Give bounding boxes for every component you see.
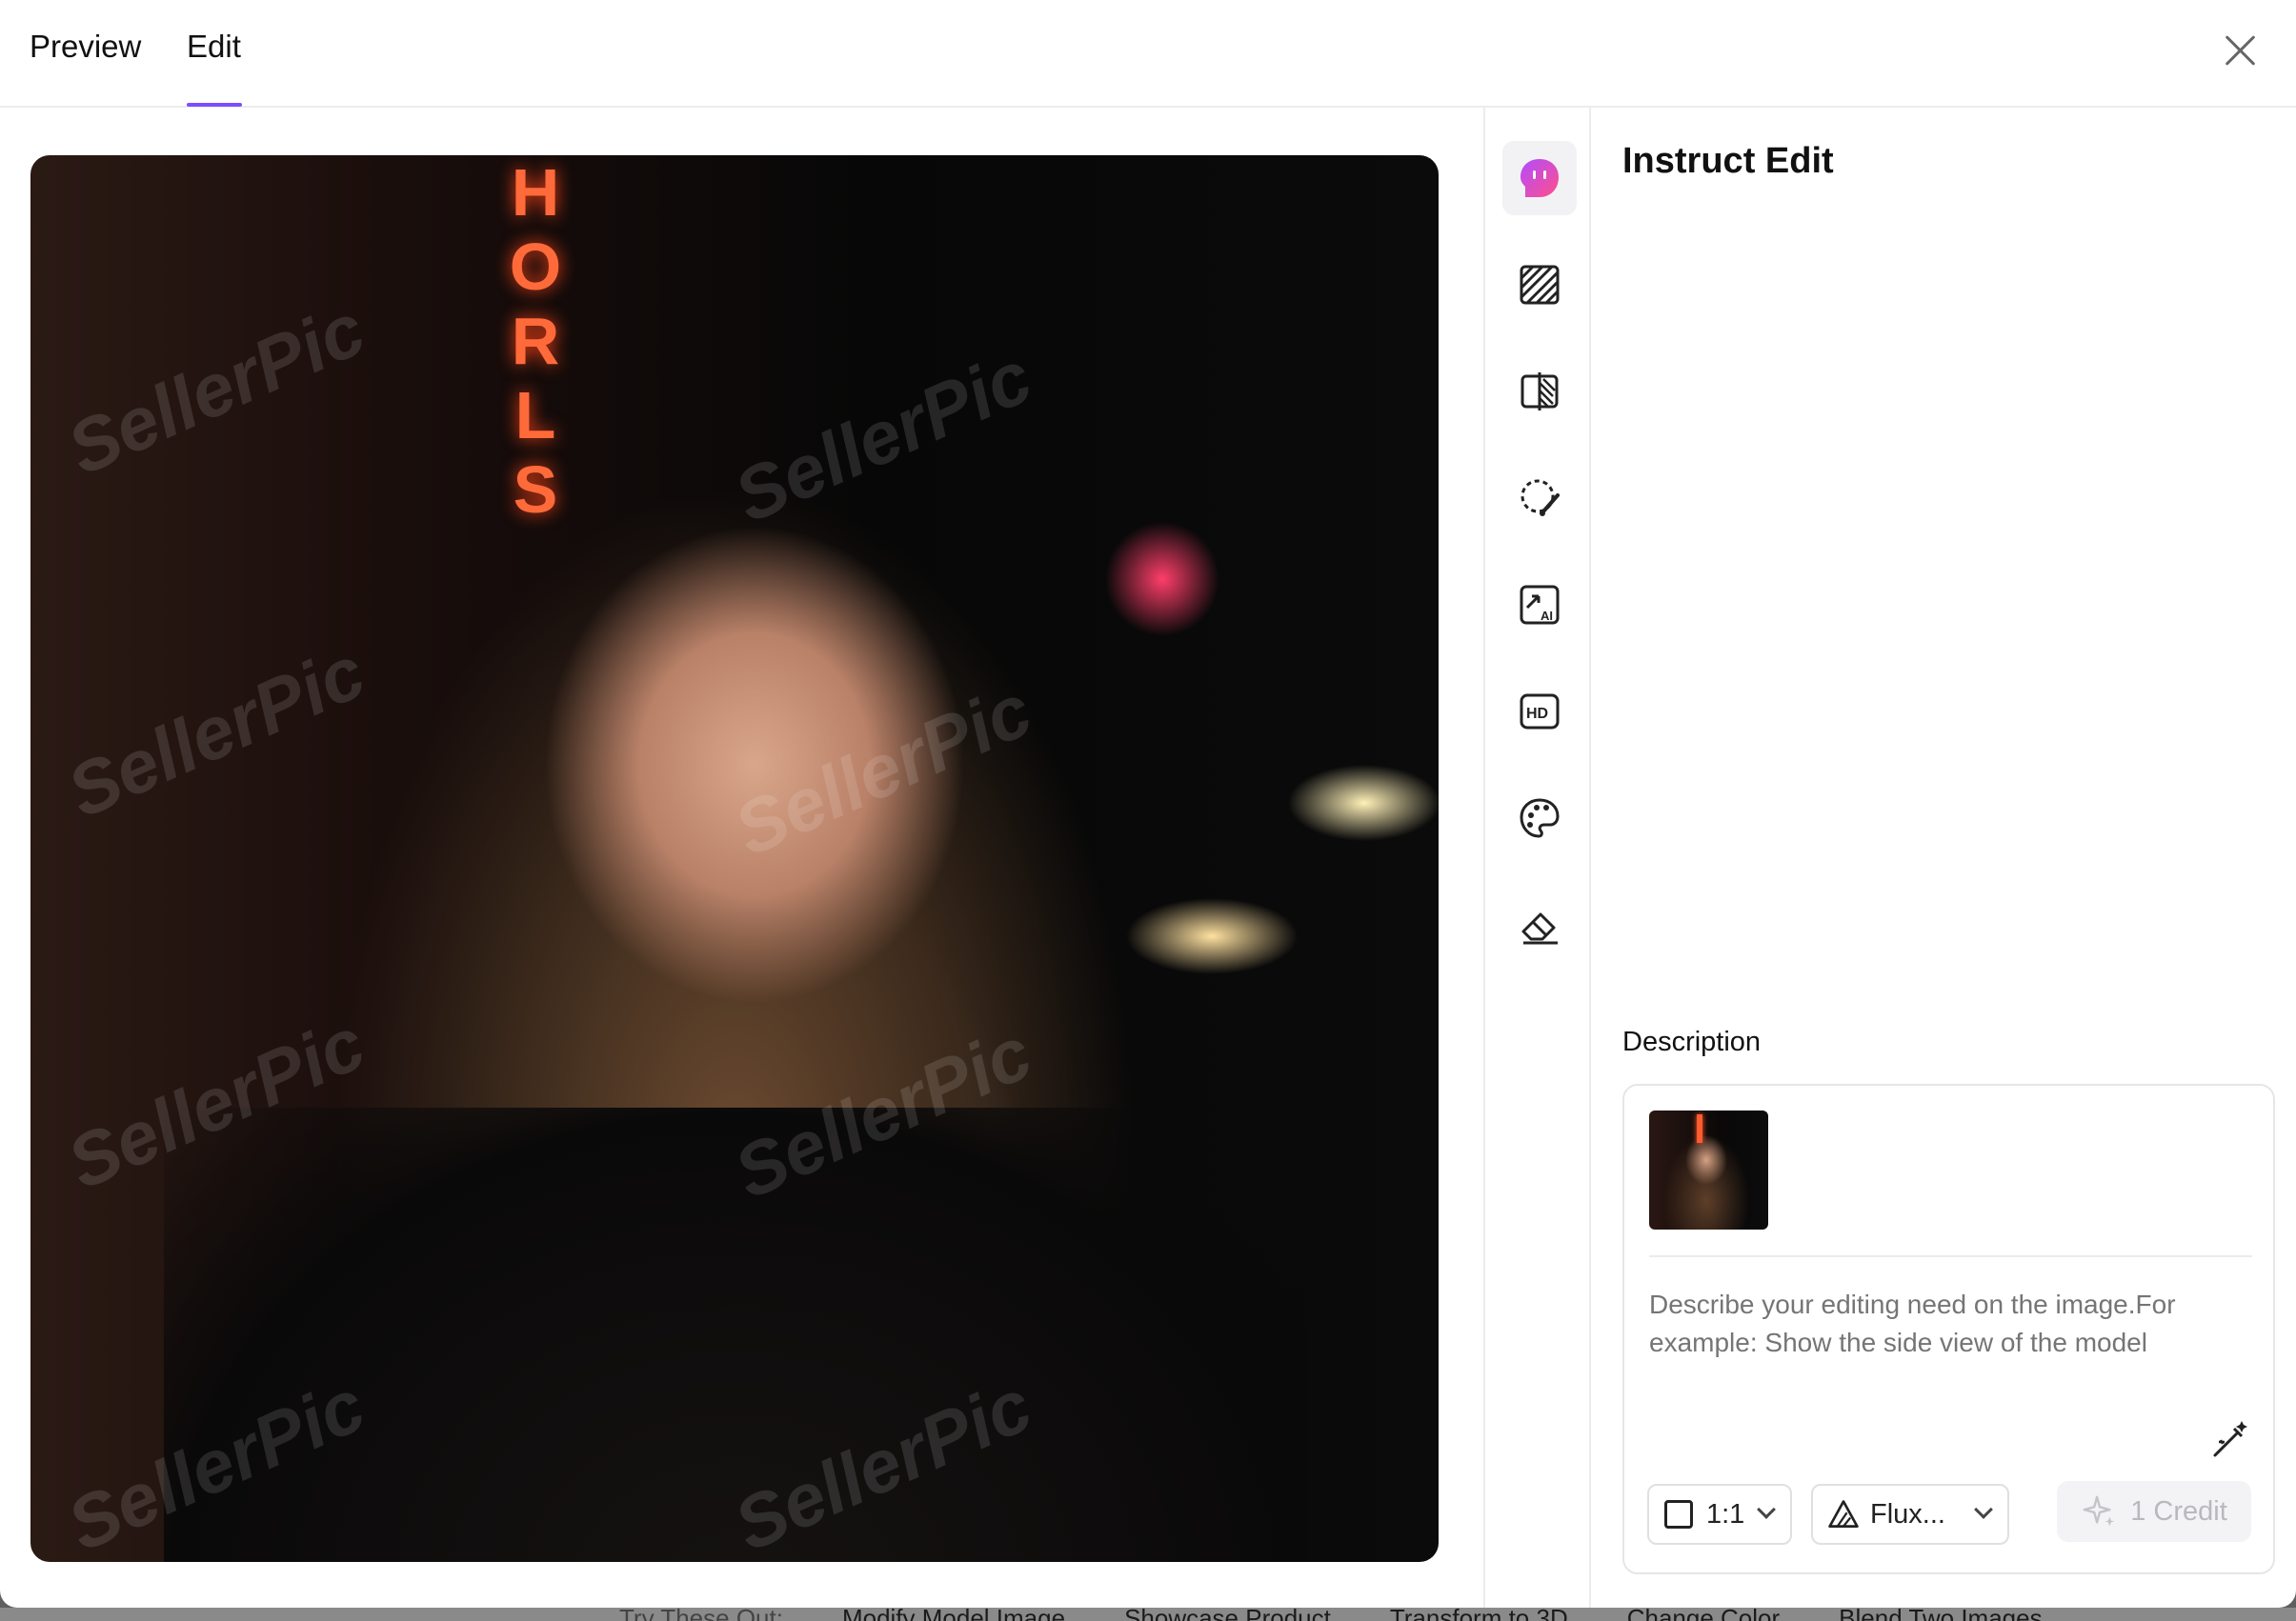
generate-button[interactable]: 1 Credit bbox=[2057, 1481, 2251, 1542]
tab-edit[interactable]: Edit bbox=[187, 29, 241, 65]
divider bbox=[1649, 1255, 2252, 1257]
tool-compare[interactable] bbox=[1502, 354, 1577, 429]
lasso-brush-icon bbox=[1521, 479, 1560, 516]
neon-letter: H bbox=[511, 155, 560, 230]
model-triangle-icon bbox=[1828, 1500, 1859, 1528]
instruct-edit-icon bbox=[1521, 159, 1559, 197]
watermark: SellerPic bbox=[722, 333, 1044, 539]
active-tab-indicator bbox=[187, 103, 242, 107]
strip-item-transform-3d: Transform to 3D bbox=[1390, 1608, 1568, 1621]
neon-letter: S bbox=[513, 452, 558, 527]
tool-instruct-edit[interactable] bbox=[1502, 141, 1577, 215]
watermark: SellerPic bbox=[722, 667, 1044, 872]
neon-letter: O bbox=[509, 230, 562, 304]
strip-item-modify-model: Modify Model Image bbox=[842, 1608, 1065, 1621]
background-feature-strip: Try These Out: Modify Model Image Showca… bbox=[0, 1608, 2296, 1621]
tool-lasso[interactable] bbox=[1502, 461, 1577, 535]
sparkle-icon bbox=[2083, 1495, 2115, 1527]
strip-item-change-color: Change Color bbox=[1627, 1608, 1780, 1621]
svg-text:AI: AI bbox=[1541, 609, 1553, 623]
chevron-down-icon bbox=[1757, 1500, 1776, 1519]
tool-eraser[interactable] bbox=[1502, 888, 1577, 962]
prompt-input[interactable] bbox=[1649, 1286, 2240, 1381]
reference-thumbnail[interactable] bbox=[1649, 1111, 1768, 1230]
panel-title: Instruct Edit bbox=[1622, 141, 1834, 181]
strip-item-showcase-product: Showcase Product bbox=[1124, 1608, 1331, 1621]
close-icon[interactable] bbox=[2220, 29, 2262, 70]
magic-wand-icon bbox=[2213, 1421, 2247, 1457]
tool-rail: AI HD bbox=[1483, 108, 1591, 1608]
pattern-fill-icon bbox=[1520, 265, 1560, 305]
credit-label: 1 Credit bbox=[2130, 1495, 2227, 1527]
description-label: Description bbox=[1622, 1027, 1762, 1057]
description-box: 1:1 Flux... 1 Credit bbox=[1622, 1084, 2275, 1574]
modal-header: Preview Edit bbox=[0, 0, 2296, 108]
strip-item-blend-images: Blend Two Images bbox=[1839, 1608, 2042, 1621]
aspect-ratio-select[interactable]: 1:1 bbox=[1647, 1484, 1792, 1545]
tool-palette[interactable] bbox=[1502, 781, 1577, 855]
magic-wand-button[interactable] bbox=[2207, 1417, 2251, 1461]
neon-letter: R bbox=[511, 304, 560, 378]
watermark: SellerPic bbox=[55, 629, 377, 834]
eraser-icon bbox=[1521, 912, 1558, 945]
hd-icon: HD bbox=[1520, 693, 1560, 730]
edited-image: H O R L S SellerPic SellerPic SellerPic … bbox=[30, 155, 1439, 1562]
svg-text:HD: HD bbox=[1526, 706, 1548, 722]
chevron-down-icon bbox=[1974, 1500, 1993, 1519]
edit-modal: Preview Edit H O R L S SellerPic SellerP… bbox=[0, 0, 2296, 1608]
tab-preview[interactable]: Preview bbox=[30, 29, 141, 65]
tool-hd[interactable]: HD bbox=[1502, 674, 1577, 749]
ai-expand-icon: AI bbox=[1520, 585, 1560, 625]
neon-letter: L bbox=[514, 378, 556, 452]
model-value: Flux... bbox=[1870, 1498, 1945, 1530]
model-select[interactable]: Flux... bbox=[1811, 1484, 2009, 1545]
aspect-ratio-value: 1:1 bbox=[1706, 1498, 1745, 1530]
neon-sign: H O R L S bbox=[497, 155, 574, 555]
tool-ai-expand[interactable]: AI bbox=[1502, 568, 1577, 642]
try-these-label: Try These Out: bbox=[619, 1608, 783, 1621]
tool-pattern[interactable] bbox=[1502, 248, 1577, 322]
watermark: SellerPic bbox=[55, 286, 377, 491]
compare-split-icon bbox=[1521, 372, 1559, 410]
square-ratio-icon bbox=[1664, 1500, 1693, 1529]
palette-icon bbox=[1520, 798, 1560, 838]
